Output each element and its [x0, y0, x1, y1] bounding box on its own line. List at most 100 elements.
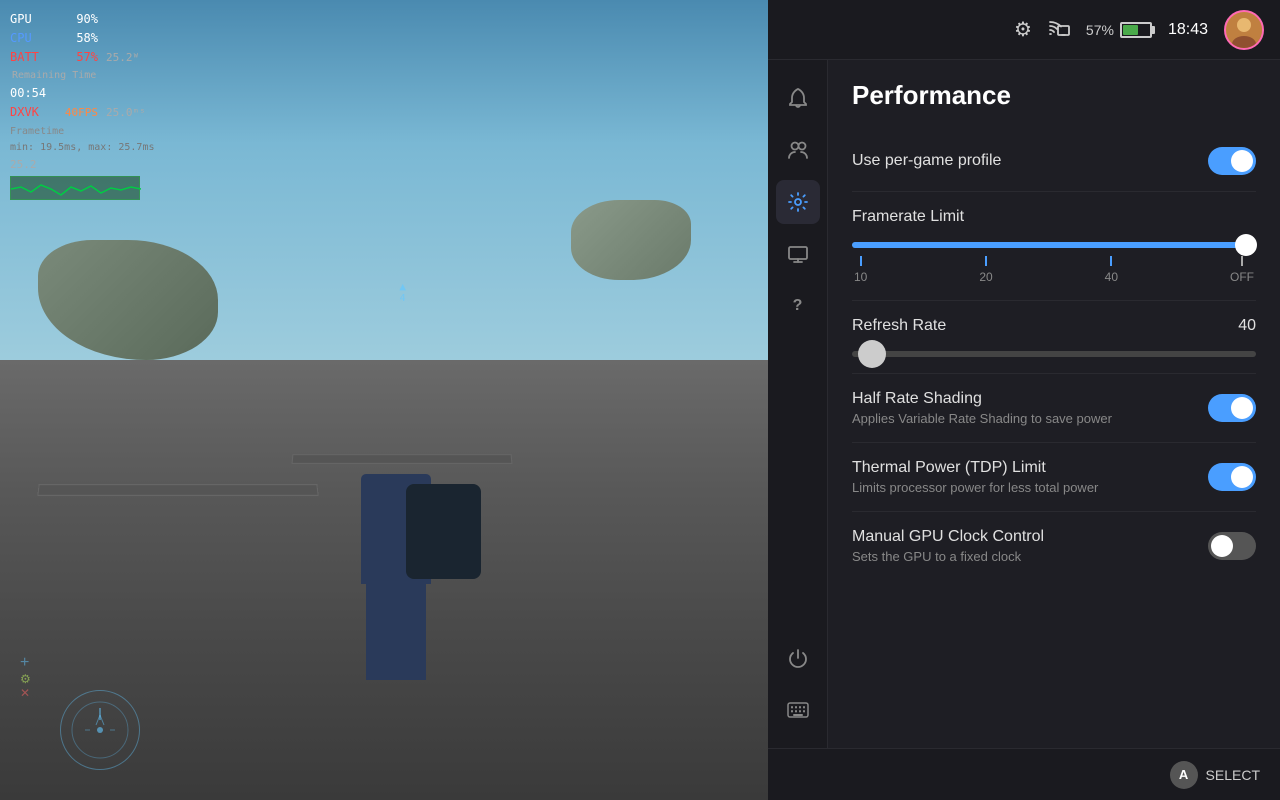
refresh-rate-thumb[interactable] [858, 340, 886, 368]
framerate-limit-section: Framerate Limit 10 20 [852, 192, 1256, 301]
character-legs [366, 580, 426, 680]
refresh-rate-section: Refresh Rate 40 [852, 301, 1256, 374]
content-area: ? [768, 60, 1280, 748]
battery-widget: 57% [1086, 22, 1152, 38]
refresh-rate-value: 40 [1238, 317, 1256, 335]
right-panel: ⚙ 57% 18:43 [768, 0, 1280, 800]
framerate-limit-label: Framerate Limit [852, 208, 1256, 226]
frametime-label: Frametime [10, 124, 155, 140]
frametime-current: 25.2 [10, 156, 155, 174]
hud-batt-row: BATT 57% 25.2ᵂ [10, 48, 155, 67]
hud-time-row: 00:54 [10, 84, 155, 103]
tick-40: 40 [1105, 256, 1118, 284]
manual-gpu-clock-sublabel: Sets the GPU to a fixed clock [852, 549, 1044, 564]
tick-mark-10 [860, 256, 862, 266]
a-button: A [1170, 761, 1198, 789]
thermal-power-label: Thermal Power (TDP) Limit [852, 459, 1098, 477]
per-game-profile-knob [1231, 150, 1253, 172]
refresh-rate-label: Refresh Rate [852, 317, 946, 335]
frametime-detail: min: 19.5ms, max: 25.7ms [10, 140, 155, 156]
time-display: 18:43 [1168, 21, 1208, 39]
manual-gpu-clock-row: Manual GPU Clock Control Sets the GPU to… [852, 512, 1256, 580]
manual-gpu-clock-info: Manual GPU Clock Control Sets the GPU to… [852, 528, 1044, 564]
tick-label-10: 10 [854, 270, 867, 284]
settings-icon[interactable]: ⚙ [1014, 17, 1032, 42]
tick-label-off: OFF [1230, 270, 1254, 284]
half-rate-shading-knob [1231, 397, 1253, 419]
manual-gpu-clock-toggle[interactable] [1208, 532, 1256, 560]
framerate-slider-track[interactable] [852, 242, 1256, 248]
per-game-profile-label: Use per-game profile [852, 152, 1001, 170]
half-rate-shading-info: Half Rate Shading Applies Variable Rate … [852, 390, 1112, 426]
thermal-power-knob [1231, 466, 1253, 488]
thermal-power-info: Thermal Power (TDP) Limit Limits process… [852, 459, 1098, 495]
dxvk-fps: 40FPS [58, 104, 98, 122]
tick-label-40: 40 [1105, 270, 1118, 284]
platform-left [38, 484, 319, 496]
manual-gpu-clock-label: Manual GPU Clock Control [852, 528, 1044, 546]
compass-hud [60, 690, 140, 770]
framerate-ticks: 10 20 40 OFF [852, 256, 1256, 284]
half-rate-shading-label: Half Rate Shading [852, 390, 1112, 408]
frametime-graph [10, 176, 140, 200]
sidebar-item-power[interactable] [776, 636, 820, 680]
remaining-time-label: Remaining Time [12, 68, 155, 84]
hud-cpu-row: CPU 58% [10, 29, 155, 48]
panel-title: Performance [852, 80, 1256, 111]
hud-gpu-row: GPU 90% [10, 10, 155, 29]
batt-time-value: 00:54 [10, 84, 50, 103]
tick-label-20: 20 [979, 270, 992, 284]
per-game-profile-toggle[interactable] [1208, 147, 1256, 175]
cast-icon[interactable] [1048, 18, 1070, 41]
top-bar: ⚙ 57% 18:43 [768, 0, 1280, 60]
refresh-rate-header: Refresh Rate 40 [852, 317, 1256, 335]
per-game-profile-row: Use per-game profile [852, 131, 1256, 192]
sidebar-item-help[interactable]: ? [776, 284, 820, 328]
half-rate-shading-row: Half Rate Shading Applies Variable Rate … [852, 374, 1256, 443]
avatar-svg [1226, 12, 1262, 48]
sidebar-item-display[interactable] [776, 232, 820, 276]
dxvk-label: DXVK [10, 103, 50, 122]
half-rate-shading-toggle[interactable] [1208, 394, 1256, 422]
select-label: SELECT [1206, 767, 1260, 783]
batt-power: 25.2ᵂ [106, 49, 139, 67]
thermal-power-sublabel: Limits processor power for less total po… [852, 480, 1098, 495]
game-viewport: GPU 90% CPU 58% BATT 57% 25.2ᵂ Remaining… [0, 0, 768, 800]
tick-mark-20 [985, 256, 987, 266]
sidebar-item-friends[interactable] [776, 128, 820, 172]
batt-value: 57% [58, 48, 98, 67]
frametime-svg [11, 177, 141, 201]
tick-20: 20 [979, 256, 992, 284]
thermal-power-row: Thermal Power (TDP) Limit Limits process… [852, 443, 1256, 512]
hud-overlay: GPU 90% CPU 58% BATT 57% 25.2ᵂ Remaining… [10, 10, 155, 200]
dxvk-ms: 25.0ᵐˢ [106, 104, 146, 122]
bottom-bar: A SELECT [768, 748, 1280, 800]
half-rate-shading-sublabel: Applies Variable Rate Shading to save po… [852, 411, 1112, 426]
cpu-value: 58% [58, 29, 98, 48]
tick-mark-off [1241, 256, 1243, 266]
select-button[interactable]: A SELECT [1170, 761, 1260, 789]
gpu-value: 90% [58, 10, 98, 29]
manual-gpu-clock-knob [1211, 535, 1233, 557]
battery-percent: 57% [1086, 22, 1114, 38]
batt-label: BATT [10, 48, 50, 67]
character-backpack [406, 484, 481, 579]
tick-10: 10 [854, 256, 867, 284]
sidebar-item-settings[interactable] [776, 180, 820, 224]
compass-svg [70, 700, 130, 760]
tick-off: OFF [1230, 256, 1254, 284]
sidebar-item-keyboard[interactable] [776, 688, 820, 732]
battery-fill [1123, 25, 1138, 35]
rock-right [571, 200, 691, 280]
refresh-rate-slider[interactable] [852, 351, 1256, 357]
sidebar-item-notifications[interactable] [776, 76, 820, 120]
sidebar: ? [768, 60, 828, 748]
battery-icon [1120, 22, 1152, 38]
waypoint-marker: ▲ 4 [399, 280, 406, 304]
thermal-power-toggle[interactable] [1208, 463, 1256, 491]
framerate-slider-fill [852, 242, 1256, 248]
framerate-slider-thumb[interactable] [1235, 234, 1257, 256]
gpu-label: GPU [10, 10, 50, 29]
status-icons: + ⚙ ✕ [20, 654, 31, 700]
user-avatar[interactable] [1224, 10, 1264, 50]
